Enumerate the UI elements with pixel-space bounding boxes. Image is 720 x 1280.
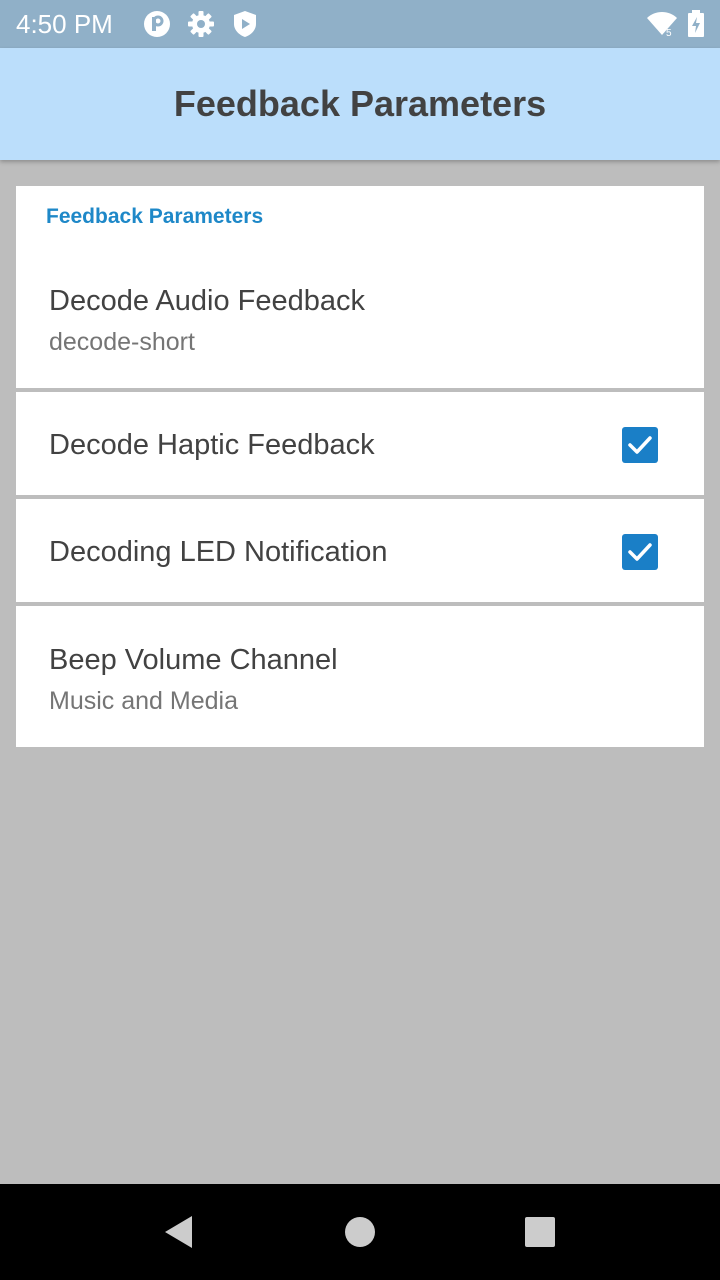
back-icon[interactable]	[162, 1214, 198, 1250]
status-bar: 4:50 PM 5	[0, 0, 720, 48]
section-header: Feedback Parameters	[46, 205, 264, 228]
pref-summary-decode-audio: decode-short	[49, 328, 195, 356]
navigation-bar	[0, 1184, 720, 1280]
checkmark-icon	[628, 436, 652, 454]
pref-title-decode-audio: Decode Audio Feedback	[49, 285, 365, 317]
pref-title-decode-haptic: Decode Haptic Feedback	[49, 429, 375, 461]
shield-play-icon	[231, 10, 259, 38]
preference-card-beep-volume[interactable]: Beep Volume Channel Music and Media	[16, 606, 704, 747]
app-bar: Feedback Parameters	[0, 48, 720, 160]
gear-icon	[187, 10, 215, 38]
pref-summary-beep-volume: Music and Media	[49, 687, 238, 715]
wifi-icon: 5	[646, 10, 678, 39]
haptic-checkbox[interactable]	[622, 427, 658, 463]
preference-card-haptic[interactable]: Decode Haptic Feedback	[16, 392, 704, 495]
preference-card-led[interactable]: Decoding LED Notification	[16, 499, 704, 602]
led-checkbox[interactable]	[622, 534, 658, 570]
checkmark-icon	[628, 543, 652, 561]
status-time: 4:50 PM	[16, 9, 113, 39]
recents-icon[interactable]	[522, 1214, 558, 1250]
preference-card-audio[interactable]: Feedback Parameters Decode Audio Feedbac…	[16, 186, 704, 388]
svg-text:5: 5	[666, 28, 672, 38]
p-badge-icon	[143, 10, 171, 38]
pref-title-beep-volume: Beep Volume Channel	[49, 644, 338, 676]
pref-title-decoding-led: Decoding LED Notification	[49, 536, 388, 568]
home-icon[interactable]	[342, 1214, 378, 1250]
battery-charging-icon	[686, 10, 706, 38]
page-title: Feedback Parameters	[173, 83, 547, 124]
